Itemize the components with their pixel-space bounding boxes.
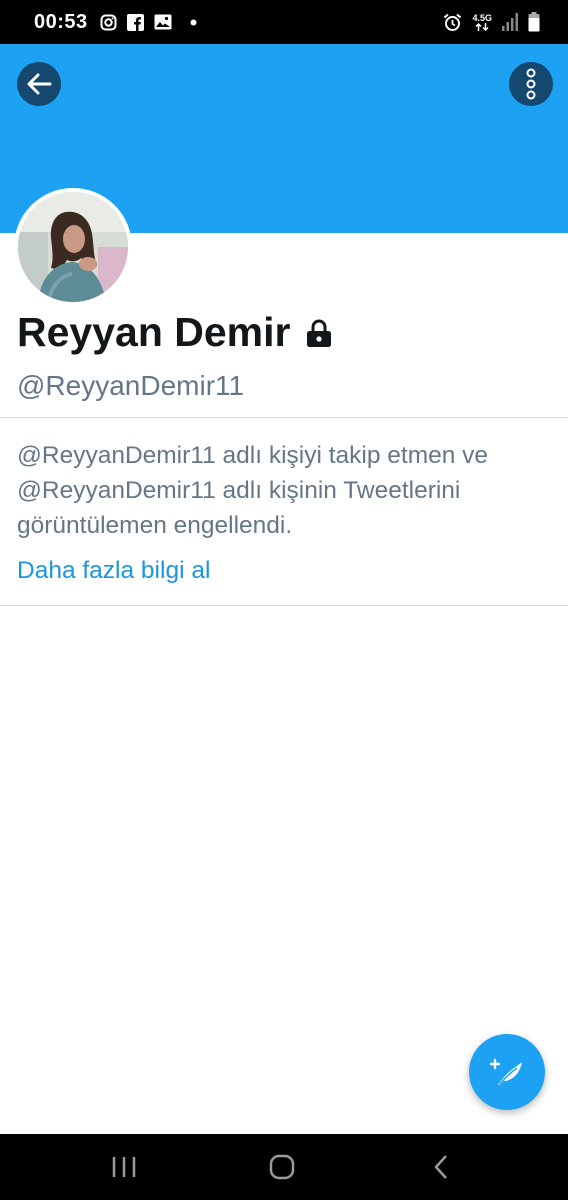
profile-avatar[interactable] xyxy=(14,188,132,306)
status-right-icons: 4.5G xyxy=(443,12,540,32)
home-button[interactable] xyxy=(242,1134,322,1200)
status-time: 00:53 xyxy=(34,10,88,33)
blocked-message: @ReyyanDemir11 adlı kişiyi takip etmen v… xyxy=(17,442,489,539)
home-icon xyxy=(269,1154,295,1180)
gallery-icon xyxy=(154,14,172,30)
status-left-icons xyxy=(100,13,197,31)
compose-tweet-button[interactable] xyxy=(469,1034,545,1110)
facebook-icon xyxy=(126,13,144,31)
status-bar: 00:53 4.5G xyxy=(0,0,568,44)
profile-handle: @ReyyanDemir11 xyxy=(17,370,245,401)
compose-tweet-icon xyxy=(489,1058,522,1085)
lock-icon xyxy=(304,318,334,348)
back-icon xyxy=(434,1155,447,1179)
nav-back-button[interactable] xyxy=(401,1134,481,1200)
network-type: 4.5G xyxy=(472,12,492,23)
profile-name-row: Reyyan Demir xyxy=(17,309,334,356)
divider-top xyxy=(0,417,568,418)
network-icon: 4.5G xyxy=(472,12,492,31)
signal-icon xyxy=(502,13,518,31)
battery-icon xyxy=(528,12,540,32)
system-nav-bar xyxy=(0,1134,568,1200)
profile-name: Reyyan Demir xyxy=(17,309,291,355)
instagram-icon xyxy=(100,14,117,31)
more-options-button[interactable] xyxy=(509,62,553,106)
avatar-photo xyxy=(18,192,128,302)
back-button[interactable] xyxy=(17,62,61,106)
recent-apps-icon xyxy=(112,1157,136,1177)
dot-icon xyxy=(190,19,197,26)
more-vertical-icon xyxy=(526,68,536,100)
learn-more-link[interactable]: Daha fazla bilgi al xyxy=(17,553,210,588)
divider-bottom xyxy=(0,605,568,606)
alarm-icon xyxy=(443,13,462,32)
arrow-left-icon xyxy=(27,73,52,95)
recent-apps-button[interactable] xyxy=(84,1134,164,1200)
